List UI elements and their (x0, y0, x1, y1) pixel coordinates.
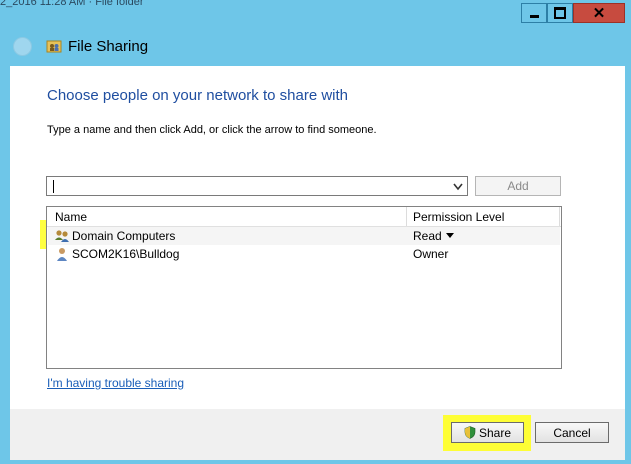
close-icon: ✕ (592, 5, 606, 22)
name-combobox[interactable] (46, 176, 468, 196)
shield-icon (464, 426, 476, 439)
chevron-down-icon[interactable] (452, 180, 464, 193)
list-header: Name Permission Level (47, 207, 561, 227)
share-name: SCOM2K16\Bulldog (72, 247, 180, 261)
list-item[interactable]: SCOM2K16\Bulldog Owner (48, 245, 560, 263)
background-window-title: 2_2016 11:28 AM · File folder (0, 0, 144, 8)
user-icon (57, 248, 67, 261)
dropdown-arrow-icon[interactable] (446, 233, 454, 238)
window-title: File Sharing (68, 38, 149, 55)
maximize-button[interactable] (547, 3, 573, 23)
window-frame: 2_2016 11:28 AM · File folder ✕ File Sha… (0, 0, 631, 464)
group-users-icon (55, 230, 69, 242)
share-name: Domain Computers (72, 229, 176, 243)
instruction-text: Type a name and then click Add, or click… (47, 124, 377, 136)
trouble-sharing-link[interactable]: I'm having trouble sharing (47, 376, 184, 390)
column-header-name[interactable]: Name (55, 210, 87, 224)
back-button[interactable] (13, 37, 32, 56)
minimize-icon (529, 15, 539, 18)
sharing-list[interactable]: Name Permission Level Domain Computers R… (46, 206, 562, 369)
minimize-button[interactable] (521, 3, 547, 23)
column-divider[interactable] (406, 207, 407, 226)
column-divider[interactable] (559, 207, 560, 226)
file-sharing-icon (46, 40, 62, 53)
maximize-icon (554, 7, 566, 19)
dialog-heading: Choose people on your network to share w… (47, 87, 349, 104)
column-header-permission[interactable]: Permission Level (413, 210, 504, 224)
text-caret (53, 180, 54, 193)
close-button[interactable]: ✕ (573, 3, 625, 23)
share-button[interactable]: Share (451, 422, 524, 443)
share-label: Share (478, 425, 512, 440)
cancel-button[interactable]: Cancel (535, 422, 609, 443)
list-item[interactable]: Domain Computers Read (48, 227, 560, 245)
add-button[interactable]: Add (475, 176, 561, 196)
dialog-footer (10, 409, 625, 460)
permission-level[interactable]: Read (413, 229, 442, 243)
permission-level: Owner (413, 247, 449, 261)
